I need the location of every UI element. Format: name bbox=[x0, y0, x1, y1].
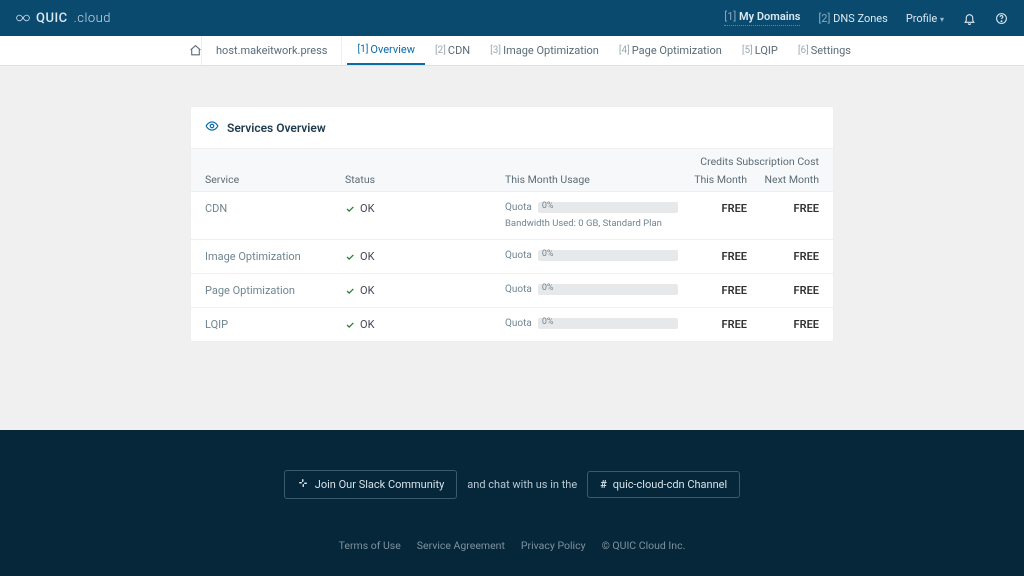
brand-suffix: .cloud bbox=[74, 11, 111, 26]
home-icon[interactable] bbox=[189, 36, 202, 65]
check-icon bbox=[345, 286, 355, 296]
usage-cell: Quota 0% Bandwidth Used: 0 GB, Standard Pl… bbox=[505, 202, 681, 229]
table-row: CDNOKQuota 0% Bandwidth Used: 0 GB, Standa… bbox=[191, 192, 833, 240]
link-privacy[interactable]: Privacy Policy bbox=[521, 539, 586, 552]
table-row: Page OptimizationOKQuota0%FREEFREE bbox=[191, 274, 833, 308]
status-cell: OK bbox=[345, 250, 505, 263]
quota-bar: 0% bbox=[538, 202, 678, 213]
panel-title: Services Overview bbox=[227, 121, 326, 135]
usage-cell: Quota 0% bbox=[505, 318, 681, 329]
tab-cdn[interactable]: [2]CDN bbox=[425, 36, 480, 65]
col-service: Service bbox=[205, 173, 345, 186]
tab-settings[interactable]: [6]Settings bbox=[788, 36, 861, 65]
topbar-right: [1] My Domains [2] DNS Zones Profile ▾ bbox=[724, 10, 1008, 26]
next-month-cost: FREE bbox=[747, 318, 819, 331]
link-terms[interactable]: Terms of Use bbox=[339, 539, 401, 552]
service-link[interactable]: Image Optimization bbox=[205, 250, 345, 263]
status-cell: OK bbox=[345, 318, 505, 331]
footer-mid-text: and chat with us in the bbox=[467, 478, 577, 491]
bell-icon[interactable] bbox=[962, 11, 976, 25]
chevron-down-icon: ▾ bbox=[940, 15, 944, 24]
quota-bar: 0% bbox=[538, 284, 678, 295]
tab-page-optimization[interactable]: [4]Page Optimization bbox=[609, 36, 732, 65]
topbar: QUIC .cloud [1] My Domains [2] DNS Zones … bbox=[0, 0, 1024, 36]
eye-icon bbox=[205, 119, 219, 136]
slack-button[interactable]: Join Our Slack Community bbox=[284, 470, 458, 499]
tabs: [1]Overview[2]CDN[3]Image Optimization[4… bbox=[347, 36, 860, 65]
link-service[interactable]: Service Agreement bbox=[417, 539, 505, 552]
subnav: host.makeitwork.press [1]Overview[2]CDN[… bbox=[0, 36, 1024, 66]
service-link[interactable]: LQIP bbox=[205, 318, 345, 331]
brand-name: QUIC bbox=[36, 11, 68, 26]
nav-dns-zones[interactable]: [2] DNS Zones bbox=[818, 12, 887, 25]
quota-label: Quota bbox=[505, 318, 532, 329]
next-month-cost: FREE bbox=[747, 250, 819, 263]
hash-icon: # bbox=[600, 478, 607, 491]
footer-legal: Terms of Use Service Agreement Privacy P… bbox=[0, 539, 1024, 552]
nav-profile[interactable]: Profile ▾ bbox=[906, 12, 944, 25]
services-panel: Services Overview Credits Subscription C… bbox=[190, 106, 834, 342]
col-usage: This Month Usage bbox=[505, 173, 681, 186]
quota-label: Quota bbox=[505, 284, 532, 295]
this-month-cost: FREE bbox=[681, 284, 747, 297]
quota-bar: 0% bbox=[538, 250, 678, 261]
col-this-month: This Month bbox=[681, 173, 747, 186]
tab-image-optimization[interactable]: [3]Image Optimization bbox=[480, 36, 609, 65]
breadcrumb[interactable]: host.makeitwork.press bbox=[202, 36, 341, 65]
nav-my-domains[interactable]: [1] My Domains bbox=[724, 10, 800, 26]
check-icon bbox=[345, 204, 355, 214]
check-icon bbox=[345, 252, 355, 262]
table-row: LQIPOKQuota0%FREEFREE bbox=[191, 308, 833, 341]
this-month-cost: FREE bbox=[681, 202, 747, 215]
table-row: Image OptimizationOKQuota0%FREEFREE bbox=[191, 240, 833, 274]
slack-icon bbox=[297, 477, 309, 492]
brand[interactable]: QUIC .cloud bbox=[16, 11, 111, 26]
col-status: Status bbox=[345, 173, 505, 186]
next-month-cost: FREE bbox=[747, 202, 819, 215]
usage-cell: Quota 0% bbox=[505, 250, 681, 261]
quota-label: Quota bbox=[505, 250, 532, 261]
table-header: Credits Subscription Cost Service Status… bbox=[191, 148, 833, 192]
channel-button[interactable]: # quic-cloud-cdn Channel bbox=[587, 471, 740, 498]
next-month-cost: FREE bbox=[747, 284, 819, 297]
status-cell: OK bbox=[345, 202, 505, 215]
service-link[interactable]: CDN bbox=[205, 202, 345, 215]
footer: Join Our Slack Community and chat with u… bbox=[0, 430, 1024, 576]
tab-lqip[interactable]: [5]LQIP bbox=[732, 36, 788, 65]
service-link[interactable]: Page Optimization bbox=[205, 284, 345, 297]
check-icon bbox=[345, 320, 355, 330]
quota-label: Quota bbox=[505, 202, 532, 213]
usage-cell: Quota 0% bbox=[505, 284, 681, 295]
status-cell: OK bbox=[345, 284, 505, 297]
copyright: © QUIC Cloud Inc. bbox=[602, 539, 686, 552]
bandwidth-note: Bandwidth Used: 0 GB, Standard Plan bbox=[505, 218, 681, 229]
panel-header: Services Overview bbox=[191, 107, 833, 148]
col-next-month: Next Month bbox=[747, 173, 819, 186]
tab-overview[interactable]: [1]Overview bbox=[347, 36, 425, 65]
this-month-cost: FREE bbox=[681, 318, 747, 331]
quota-bar: 0% bbox=[538, 318, 678, 329]
help-icon[interactable] bbox=[994, 11, 1008, 25]
this-month-cost: FREE bbox=[681, 250, 747, 263]
super-header: Credits Subscription Cost bbox=[700, 155, 819, 168]
logo-icon bbox=[16, 11, 30, 25]
